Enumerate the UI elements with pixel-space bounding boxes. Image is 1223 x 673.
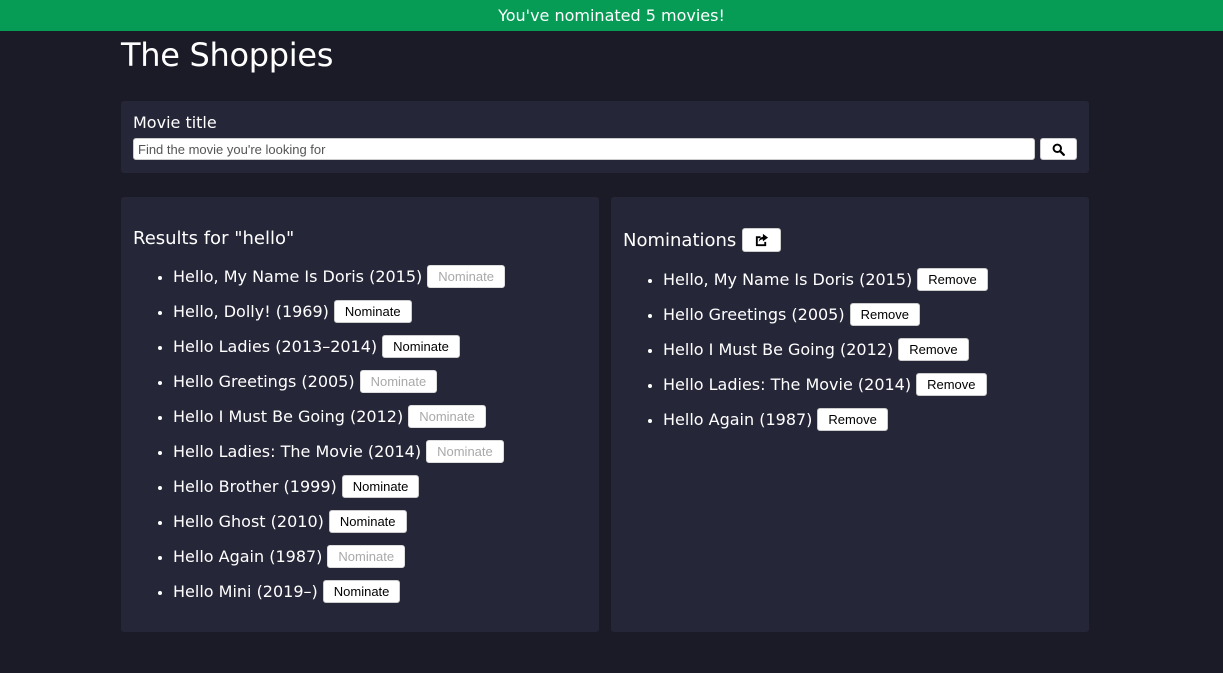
results-heading: Results for "hello" [133,228,294,249]
nomination-item: Hello Greetings (2005)Remove [663,303,988,338]
nominations-list: Hello, My Name Is Doris (2015)RemoveHell… [623,268,988,443]
movie-row: Hello, My Name Is Doris (2015)Remove [663,268,988,291]
nominate-button[interactable]: Nominate [382,335,460,358]
result-item: Hello, My Name Is Doris (2015)Nominate [173,265,505,300]
results-list: Hello, My Name Is Doris (2015)NominateHe… [133,265,505,615]
nominate-button: Nominate [426,440,504,463]
movie-title: Hello Ghost (2010) [173,512,324,531]
movie-row: Hello Ladies: The Movie (2014)Nominate [173,440,504,463]
nomination-item: Hello, My Name Is Doris (2015)Remove [663,268,988,303]
movie-row: Hello Greetings (2005)Nominate [173,370,438,393]
nominate-button[interactable]: Nominate [333,300,412,323]
search-button[interactable] [1040,138,1077,160]
movie-title: Hello Again (1987) [663,410,813,429]
movie-title: Hello Again (1987) [173,547,323,566]
nominate-button: Nominate [359,370,438,393]
nominations-heading: Nominations [623,228,782,252]
search-icon [1052,143,1065,156]
nomination-item: Hello I Must Be Going (2012)Remove [663,338,988,373]
search-input[interactable] [133,138,1035,160]
movie-title: Hello I Must Be Going (2012) [663,340,894,359]
result-item: Hello Again (1987)Nominate [173,545,505,580]
nominate-button[interactable]: Nominate [341,475,420,498]
nomination-banner: You've nominated 5 movies! [0,0,1223,31]
movie-title: Hello Brother (1999) [173,477,337,496]
movie-row: Hello Ladies: The Movie (2014)Remove [663,373,987,396]
nominations-panel: Nominations Hello, My Name Is Doris (201… [611,197,1089,632]
nominate-button: Nominate [427,265,505,288]
result-item: Hello Ladies (2013–2014)Nominate [173,335,505,370]
movie-title: Hello Greetings (2005) [663,305,845,324]
nomination-item: Hello Again (1987)Remove [663,408,988,443]
result-item: Hello Ghost (2010)Nominate [173,510,505,545]
nominate-button: Nominate [408,405,486,428]
result-item: Hello Mini (2019–)Nominate [173,580,505,615]
result-item: Hello I Must Be Going (2012)Nominate [173,405,505,440]
nomination-item: Hello Ladies: The Movie (2014)Remove [663,373,988,408]
remove-button[interactable]: Remove [849,303,921,326]
movie-row: Hello Again (1987)Remove [663,408,888,431]
nominate-button: Nominate [327,545,406,568]
movie-row: Hello, My Name Is Doris (2015)Nominate [173,265,505,288]
movie-row: Hello Ladies (2013–2014)Nominate [173,335,460,358]
result-item: Hello Ladies: The Movie (2014)Nominate [173,440,505,475]
movie-row: Hello Ghost (2010)Nominate [173,510,407,533]
share-icon [756,233,769,247]
share-button[interactable] [742,228,782,252]
movie-title: Hello, Dolly! (1969) [173,302,329,321]
search-card: Movie title [121,101,1089,173]
movie-row: Hello I Must Be Going (2012)Nominate [173,405,486,428]
movie-row: Hello Again (1987)Nominate [173,545,406,568]
result-item: Hello Brother (1999)Nominate [173,475,505,510]
movie-title: Hello Greetings (2005) [173,372,355,391]
movie-row: Hello, Dolly! (1969)Nominate [173,300,412,323]
movie-title: Hello I Must Be Going (2012) [173,407,404,426]
movie-title: Hello Mini (2019–) [173,582,318,601]
movie-row: Hello Brother (1999)Nominate [173,475,420,498]
result-item: Hello Greetings (2005)Nominate [173,370,505,405]
nominate-button[interactable]: Nominate [328,510,407,533]
movie-title: Hello Ladies: The Movie (2014) [663,375,912,394]
results-heading-text: Results for "hello" [133,228,295,249]
remove-button[interactable]: Remove [917,268,988,291]
movie-row: Hello Greetings (2005)Remove [663,303,921,326]
search-label: Movie title [133,113,217,132]
results-panel: Results for "hello" Hello, My Name Is Do… [121,197,599,632]
movie-row: Hello I Must Be Going (2012)Remove [663,338,969,361]
banner-text: You've nominated 5 movies! [498,6,725,25]
result-item: Hello, Dolly! (1969)Nominate [173,300,505,335]
movie-title: Hello Ladies: The Movie (2014) [173,442,422,461]
movie-title: Hello, My Name Is Doris (2015) [173,267,423,286]
nominate-button[interactable]: Nominate [322,580,401,603]
movie-title: Hello, My Name Is Doris (2015) [663,270,913,289]
movie-row: Hello Mini (2019–)Nominate [173,580,401,603]
remove-button[interactable]: Remove [898,338,969,361]
nominations-heading-text: Nominations [623,229,737,251]
page-title: The Shoppies [121,36,334,74]
movie-title: Hello Ladies (2013–2014) [173,337,378,356]
remove-button[interactable]: Remove [916,373,987,396]
remove-button[interactable]: Remove [817,408,888,431]
